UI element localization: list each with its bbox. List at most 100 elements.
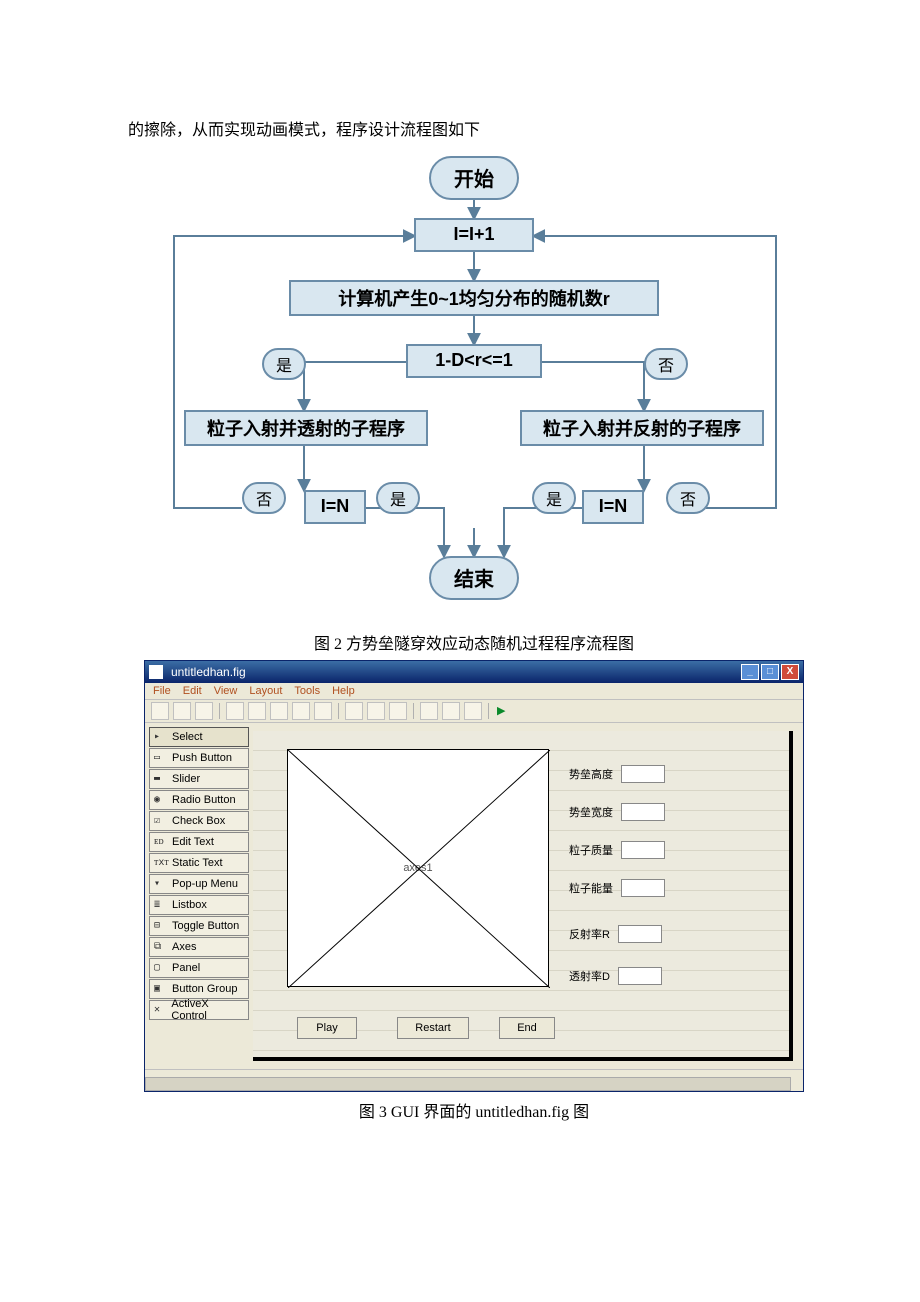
horizontal-scrollbar[interactable] (145, 1077, 791, 1091)
edit-reflect-r[interactable] (618, 925, 662, 943)
component-palette: ▸Select ▭Push Button ▬Slider ◉Radio Butt… (145, 723, 253, 1069)
status-bar (145, 1069, 803, 1091)
flow-proc-reflect: 粒子入射并反射的子程序 (520, 410, 764, 446)
property-inspector-icon[interactable] (464, 702, 482, 720)
menu-tools[interactable]: Tools (294, 685, 320, 697)
flow-proc-transmit: 粒子入射并透射的子程序 (184, 410, 428, 446)
toolbar: ▶ (145, 700, 803, 723)
open-icon[interactable] (173, 702, 191, 720)
restart-button[interactable]: Restart (397, 1017, 469, 1039)
edit-barrier-width[interactable] (621, 803, 665, 821)
intro-text: 的擦除，从而实现动画模式，程序设计流程图如下 (128, 118, 820, 144)
app-icon (149, 665, 163, 679)
prop-barrier-width: 势垒宽度 (569, 803, 665, 821)
label-no: 否 (242, 482, 286, 514)
palette-edit-text[interactable]: ᴇᴅEdit Text (149, 832, 249, 852)
flow-cond-main: 1-D<r<=1 (406, 344, 542, 378)
new-icon[interactable] (151, 702, 169, 720)
menu-layout[interactable]: Layout (249, 685, 282, 697)
prop-particle-energy: 粒子能量 (569, 879, 665, 897)
popup-icon: ▾ (154, 878, 168, 889)
pushbutton-icon: ▭ (154, 752, 168, 763)
toolbar-editor-icon[interactable] (420, 702, 438, 720)
title-bar: untitledhan.fig _ □ X (145, 661, 803, 683)
paste-icon[interactable] (270, 702, 288, 720)
palette-check-box[interactable]: ☑Check Box (149, 811, 249, 831)
separator-icon (338, 703, 339, 719)
separator-icon (219, 703, 220, 719)
palette-popup-menu[interactable]: ▾Pop-up Menu (149, 874, 249, 894)
figure-3-caption: 图 3 GUI 界面的 untitledhan.fig 图 (128, 1098, 820, 1122)
toggle-icon: ⊟ (154, 920, 168, 931)
edit-barrier-height[interactable] (621, 765, 665, 783)
guide-window: untitledhan.fig _ □ X File Edit View Lay… (144, 660, 804, 1092)
menu-view[interactable]: View (214, 685, 238, 697)
palette-axes[interactable]: ⧉Axes (149, 937, 249, 957)
flow-cond-left: I=N (304, 490, 366, 524)
figure-2-caption: 图 2 方势垒隧穿效应动态随机过程程序流程图 (128, 630, 820, 654)
cut-icon[interactable] (226, 702, 244, 720)
close-button[interactable]: X (781, 664, 799, 680)
minimize-button[interactable]: _ (741, 664, 759, 680)
checkbox-icon: ☑ (154, 815, 168, 826)
prop-barrier-height: 势垒高度 (569, 765, 665, 783)
window-title: untitledhan.fig (167, 665, 741, 679)
maximize-button[interactable]: □ (761, 664, 779, 680)
edit-particle-mass[interactable] (621, 841, 665, 859)
align-icon[interactable] (345, 702, 363, 720)
run-icon[interactable]: ▶ (495, 704, 507, 717)
save-icon[interactable] (195, 702, 213, 720)
menu-edit[interactable]: Edit (183, 685, 202, 697)
radio-icon: ◉ (154, 794, 168, 805)
palette-radio-button[interactable]: ◉Radio Button (149, 790, 249, 810)
edit-icon: ᴇᴅ (154, 836, 168, 847)
flowchart: 开始 I=I+1 计算机产生0~1均匀分布的随机数r 1-D<r<=1 粒子入射… (144, 156, 804, 624)
flow-end: 结束 (429, 556, 519, 600)
play-button[interactable]: Play (297, 1017, 357, 1039)
end-button[interactable]: End (499, 1017, 555, 1039)
btngroup-icon: ▣ (154, 983, 168, 994)
mfile-editor-icon[interactable] (442, 702, 460, 720)
palette-static-text[interactable]: ᴛxᴛStatic Text (149, 853, 249, 873)
undo-icon[interactable] (292, 702, 310, 720)
label-no: 否 (644, 348, 688, 380)
axes-component[interactable]: axes1 (287, 749, 549, 987)
label-yes: 是 (376, 482, 420, 514)
layout-canvas[interactable]: axes1 Play Restart End 势垒高度 势垒宽度 粒子质量 粒子… (253, 731, 793, 1061)
menu-help[interactable]: Help (332, 685, 355, 697)
prop-particle-mass: 粒子质量 (569, 841, 665, 859)
edit-transmit-d[interactable] (618, 967, 662, 985)
slider-icon: ▬ (154, 773, 168, 784)
edit-particle-energy[interactable] (621, 879, 665, 897)
text-icon: ᴛxᴛ (154, 857, 168, 868)
palette-listbox[interactable]: ≣Listbox (149, 895, 249, 915)
separator-icon (488, 703, 489, 719)
palette-push-button[interactable]: ▭Push Button (149, 748, 249, 768)
palette-activex[interactable]: ✕ActiveX Control (149, 1000, 249, 1020)
label-yes: 是 (532, 482, 576, 514)
prop-transmit-d: 透射率D (569, 967, 662, 985)
axes-icon: ⧉ (154, 941, 168, 952)
palette-select[interactable]: ▸Select (149, 727, 249, 747)
separator-icon (413, 703, 414, 719)
menu-file[interactable]: File (153, 685, 171, 697)
flow-start: 开始 (429, 156, 519, 200)
menu-bar: File Edit View Layout Tools Help (145, 683, 803, 700)
redo-icon[interactable] (314, 702, 332, 720)
palette-panel[interactable]: ▢Panel (149, 958, 249, 978)
menu-editor-icon[interactable] (367, 702, 385, 720)
flow-step-random: 计算机产生0~1均匀分布的随机数r (289, 280, 659, 316)
label-no: 否 (666, 482, 710, 514)
panel-icon: ▢ (154, 962, 168, 973)
pointer-icon: ▸ (154, 731, 168, 742)
flow-cond-right: I=N (582, 490, 644, 524)
prop-reflect-r: 反射率R (569, 925, 662, 943)
palette-slider[interactable]: ▬Slider (149, 769, 249, 789)
tab-order-icon[interactable] (389, 702, 407, 720)
palette-button-group[interactable]: ▣Button Group (149, 979, 249, 999)
flow-step-increment: I=I+1 (414, 218, 534, 252)
palette-toggle-button[interactable]: ⊟Toggle Button (149, 916, 249, 936)
copy-icon[interactable] (248, 702, 266, 720)
activex-icon: ✕ (154, 1004, 167, 1015)
label-yes: 是 (262, 348, 306, 380)
